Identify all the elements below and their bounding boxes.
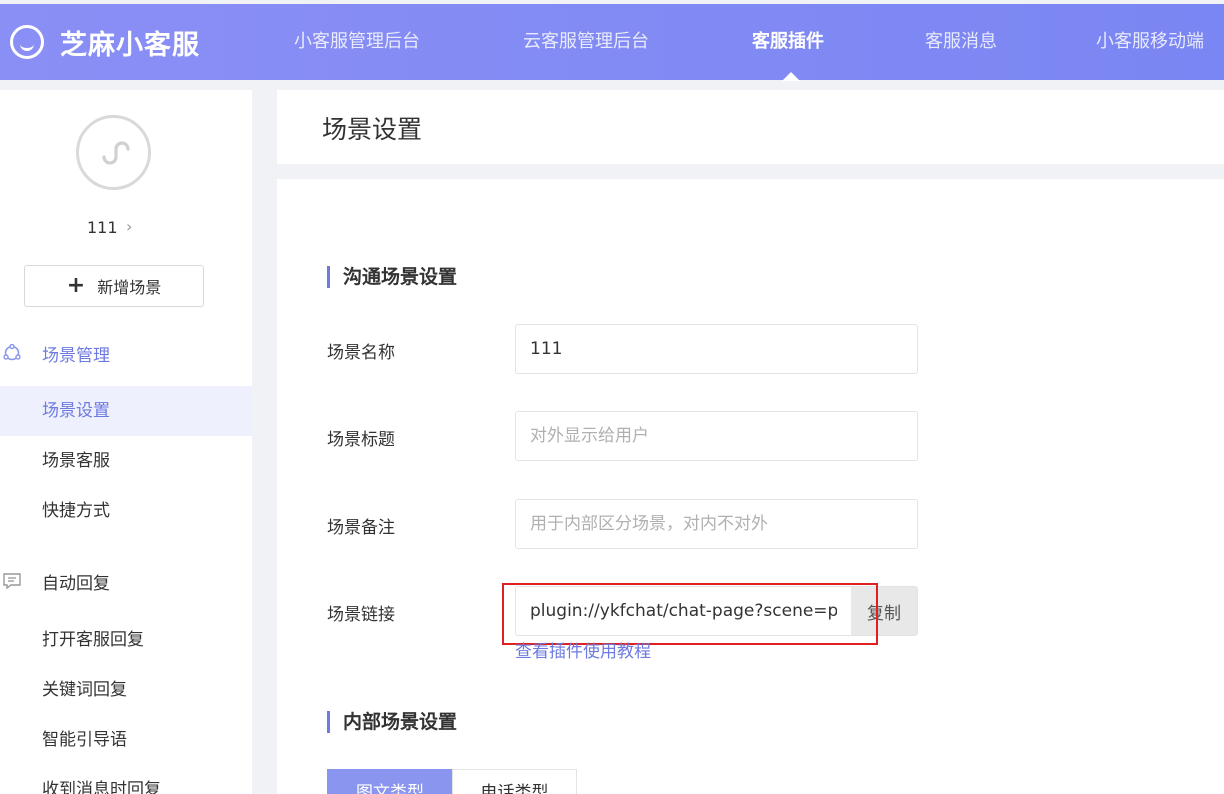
sidebar-item-keyword-reply[interactable]: 关键词回复 — [0, 665, 252, 715]
sidebar: 111 › + 新增场景 场景管理 场景设置 场景客服 快捷方式 自动回复 打开… — [0, 90, 252, 794]
scene-name-label: 场景名称 — [327, 343, 395, 363]
nav-item-service-plugin[interactable]: 客服插件 — [752, 4, 824, 80]
sidebar-item-shortcuts[interactable]: 快捷方式 — [0, 486, 252, 536]
nav-item-mobile[interactable]: 小客服移动端 — [1096, 4, 1204, 80]
tab-image-text[interactable]: 图文类型 — [327, 769, 453, 794]
scene-title-label: 场景标题 — [327, 430, 395, 450]
brand-name: 芝麻小客服 — [60, 29, 200, 61]
mini-program-logo-icon — [76, 115, 151, 190]
sidebar-item-scene-settings[interactable]: 场景设置 — [0, 386, 252, 436]
chevron-right-icon[interactable]: › — [126, 217, 132, 236]
tab-phone[interactable]: 电话类型 — [452, 769, 577, 794]
add-scene-label: 新增场景 — [97, 278, 162, 297]
sidebar-item-open-service-reply[interactable]: 打开客服回复 — [0, 615, 252, 665]
sidebar-group-scene-management[interactable]: 场景管理 — [0, 333, 252, 373]
scene-link-field: 复制 — [515, 586, 918, 636]
sidebar-group-label: 自动回复 — [42, 573, 110, 594]
plugin-tutorial-link[interactable]: 查看插件使用教程 — [515, 637, 651, 662]
add-scene-button[interactable]: + 新增场景 — [24, 265, 204, 307]
section-title-internal: 内部场景设置 — [327, 711, 457, 733]
nav-item-service-messages[interactable]: 客服消息 — [925, 4, 997, 80]
scene-note-label: 场景备注 — [327, 518, 395, 538]
message-icon — [2, 572, 22, 590]
sidebar-item-scene-service[interactable]: 场景客服 — [0, 436, 252, 486]
page-title: 场景设置 — [322, 115, 423, 144]
scene-name-input[interactable] — [515, 324, 918, 374]
scene-note-input[interactable] — [515, 499, 918, 549]
app-name: 111 — [87, 218, 118, 237]
section-title-communication: 沟通场景设置 — [327, 266, 457, 288]
sidebar-group-auto-reply[interactable]: 自动回复 — [0, 561, 252, 601]
nav-item-mini-service-admin[interactable]: 小客服管理后台 — [294, 4, 420, 80]
brand[interactable]: 芝麻小客服 — [10, 4, 200, 80]
sidebar-item-on-message-reply[interactable]: 收到消息时回复 — [0, 765, 252, 794]
chat-bubble-logo-icon — [10, 25, 44, 59]
active-nav-caret-icon — [782, 72, 800, 81]
scene-management-icon — [2, 344, 22, 362]
sidebar-group-label: 场景管理 — [42, 345, 110, 366]
page-header: 场景设置 — [277, 90, 1224, 164]
scene-link-input[interactable] — [516, 587, 851, 635]
settings-form: 沟通场景设置 场景名称 场景标题 场景备注 场景链接 复制 查看插件使用教程 内… — [277, 179, 1224, 794]
copy-button[interactable]: 复制 — [851, 587, 917, 635]
plus-icon: + — [66, 273, 86, 298]
top-nav-bar: 芝麻小客服 小客服管理后台 云客服管理后台 客服插件 客服消息 小客服移动端 — [0, 4, 1224, 81]
sidebar-item-smart-guide[interactable]: 智能引导语 — [0, 715, 252, 765]
nav-item-cloud-service-admin[interactable]: 云客服管理后台 — [523, 4, 649, 80]
scene-link-label: 场景链接 — [327, 605, 395, 625]
scene-title-input[interactable] — [515, 411, 918, 461]
